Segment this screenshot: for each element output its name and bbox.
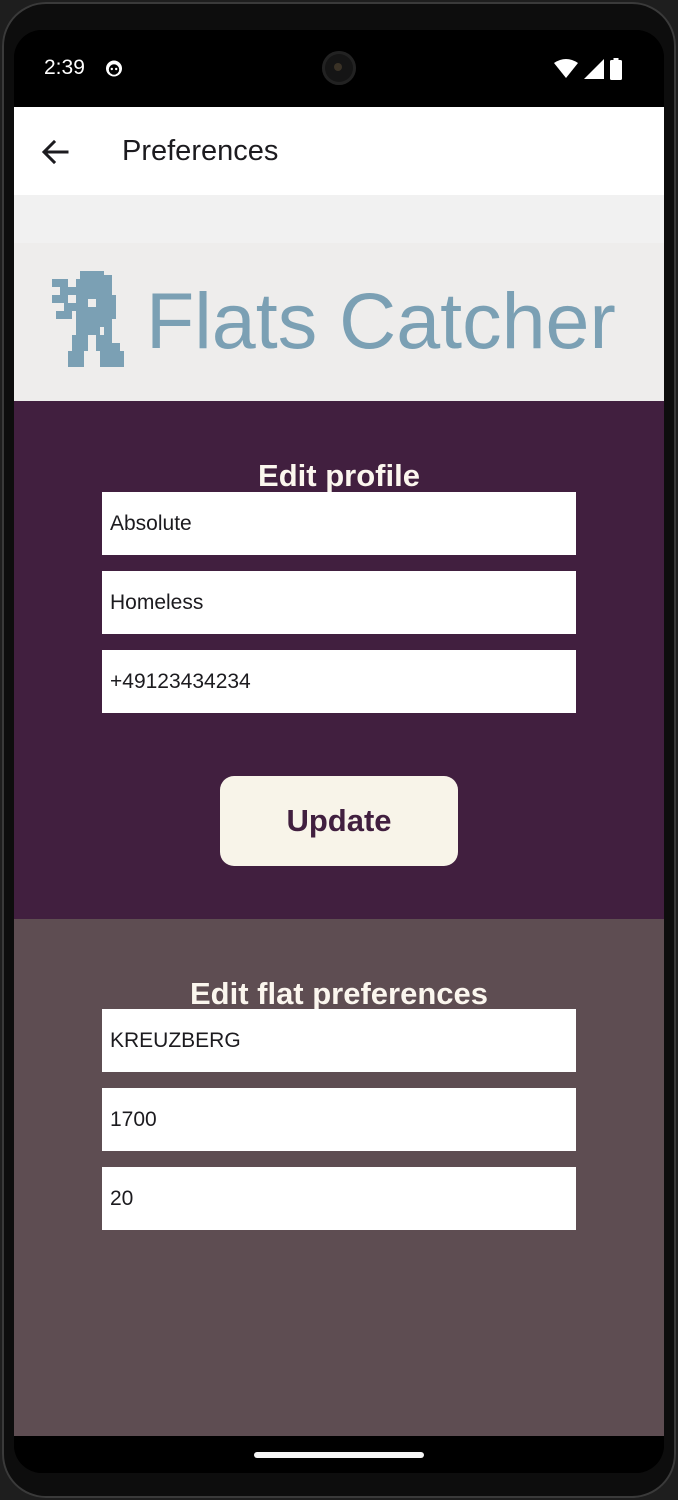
logo-text: Flats Catcher bbox=[146, 276, 616, 365]
edit-flat-preferences-title: Edit flat preferences bbox=[189, 976, 489, 1011]
notification-face-icon bbox=[106, 60, 122, 77]
edit-flat-preferences-section: Edit flat preferences bbox=[14, 919, 664, 1436]
screen: 2:39 Preferences Flats Catcher Edit prof… bbox=[14, 30, 664, 1473]
home-gesture-handle[interactable] bbox=[254, 1452, 424, 1458]
navigation-bar bbox=[14, 1436, 664, 1473]
status-time: 2:39 bbox=[44, 56, 85, 79]
logo-banner: Flats Catcher bbox=[14, 243, 664, 401]
min-size-field[interactable] bbox=[102, 1167, 576, 1230]
page-title: Preferences bbox=[122, 135, 279, 167]
front-camera bbox=[322, 51, 356, 85]
wifi-icon bbox=[554, 59, 578, 78]
berlin-bear-icon bbox=[52, 271, 124, 367]
last-name-field[interactable] bbox=[102, 571, 576, 634]
device: 2:39 Preferences Flats Catcher Edit prof… bbox=[0, 0, 678, 1500]
first-name-field[interactable] bbox=[102, 492, 576, 555]
back-button[interactable] bbox=[34, 131, 76, 173]
arrow-back-icon bbox=[41, 139, 69, 165]
top-app-bar: Preferences bbox=[14, 107, 664, 195]
phone-field[interactable] bbox=[102, 650, 576, 713]
edit-profile-section: Edit profile Update bbox=[14, 401, 664, 919]
spacer bbox=[14, 195, 664, 243]
district-field[interactable] bbox=[102, 1009, 576, 1072]
battery-icon bbox=[610, 58, 622, 80]
edit-profile-title: Edit profile bbox=[258, 458, 420, 493]
max-rent-field[interactable] bbox=[102, 1088, 576, 1151]
status-bar: 2:39 bbox=[14, 30, 664, 107]
update-button[interactable]: Update bbox=[220, 776, 458, 866]
signal-icon bbox=[584, 59, 604, 79]
status-icons bbox=[554, 58, 622, 80]
